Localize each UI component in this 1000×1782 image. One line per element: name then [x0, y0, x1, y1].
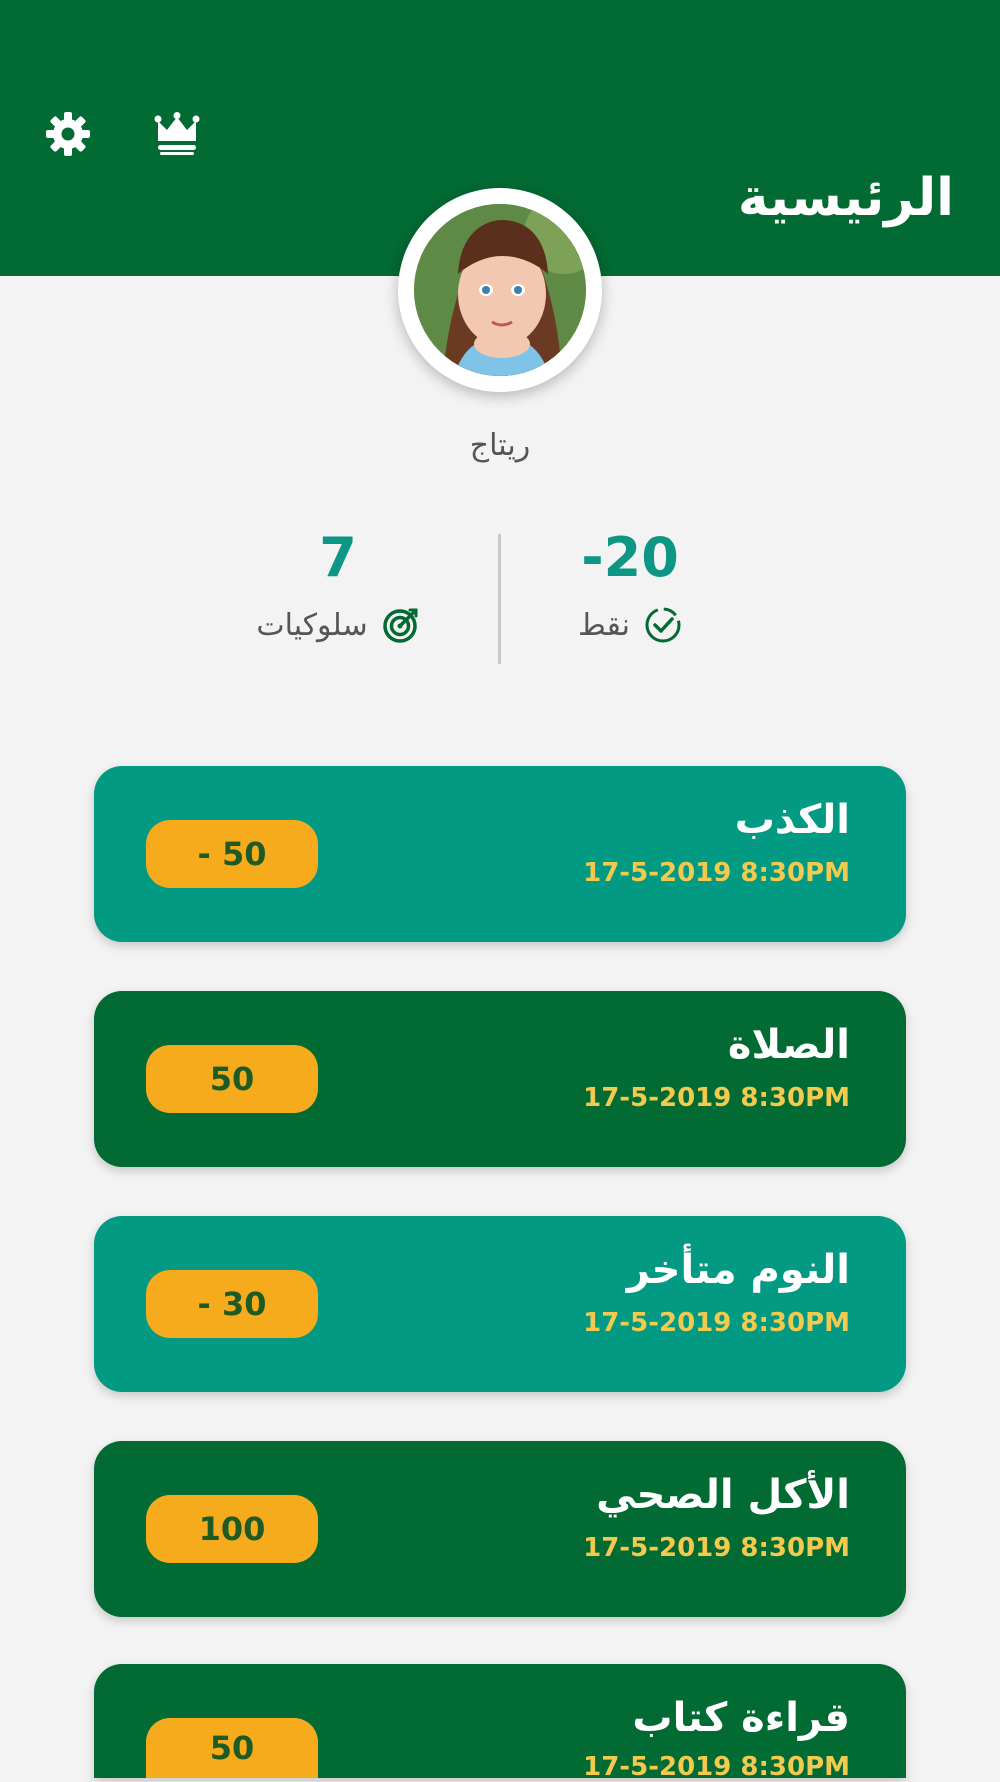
behavior-date: 17-5-2019 8:30PM	[583, 1083, 850, 1113]
behavior-date: 17-5-2019 8:30PM	[583, 1308, 850, 1338]
behavior-points-badge: 50	[146, 1045, 318, 1113]
behavior-title: قراءة كتاب	[632, 1695, 850, 1741]
behavior-date: 17-5-2019 8:30PM	[583, 858, 850, 888]
avatar[interactable]	[398, 188, 602, 392]
behavior-points-badge: - 30	[146, 1270, 318, 1338]
points-label: نقط	[577, 607, 630, 643]
behaviors-stat: 7 سلوكيات	[188, 526, 488, 644]
leaderboard-button[interactable]	[151, 108, 203, 160]
target-icon	[382, 608, 418, 643]
child-photo	[414, 204, 586, 376]
behavior-title: الأكل الصحي	[596, 1472, 850, 1518]
behavior-points-badge: 50	[146, 1718, 318, 1778]
behaviors-count: 7	[319, 526, 357, 589]
crown-icon	[154, 112, 200, 155]
points-value: -20	[581, 526, 679, 589]
settings-button[interactable]	[42, 108, 94, 160]
behaviors-label: سلوكيات	[256, 607, 368, 643]
behavior-points-badge: 100	[146, 1495, 318, 1563]
behavior-card[interactable]: الصلاة 17-5-2019 8:30PM 50	[94, 991, 906, 1167]
behavior-title: الكذب	[734, 797, 850, 843]
points-stat: -20 نقط	[480, 526, 780, 644]
check-badge-icon	[645, 607, 681, 643]
behavior-points-badge: - 50	[146, 820, 318, 888]
behavior-card[interactable]: النوم متأخر 17-5-2019 8:30PM - 30	[94, 1216, 906, 1392]
behavior-date: 17-5-2019 8:30PM	[583, 1533, 850, 1563]
behavior-card[interactable]: قراءة كتاب 17-5-2019 8:30PM 50	[94, 1664, 906, 1782]
page-title: الرئيسية	[737, 168, 954, 228]
child-name: ريتاج	[469, 428, 531, 463]
behavior-title: النوم متأخر	[626, 1247, 850, 1293]
behavior-card[interactable]: الكذب 17-5-2019 8:30PM - 50	[94, 766, 906, 942]
behavior-card[interactable]: الأكل الصحي 17-5-2019 8:30PM 100	[94, 1441, 906, 1617]
gear-icon	[46, 112, 90, 156]
behavior-title: الصلاة	[727, 1022, 850, 1068]
